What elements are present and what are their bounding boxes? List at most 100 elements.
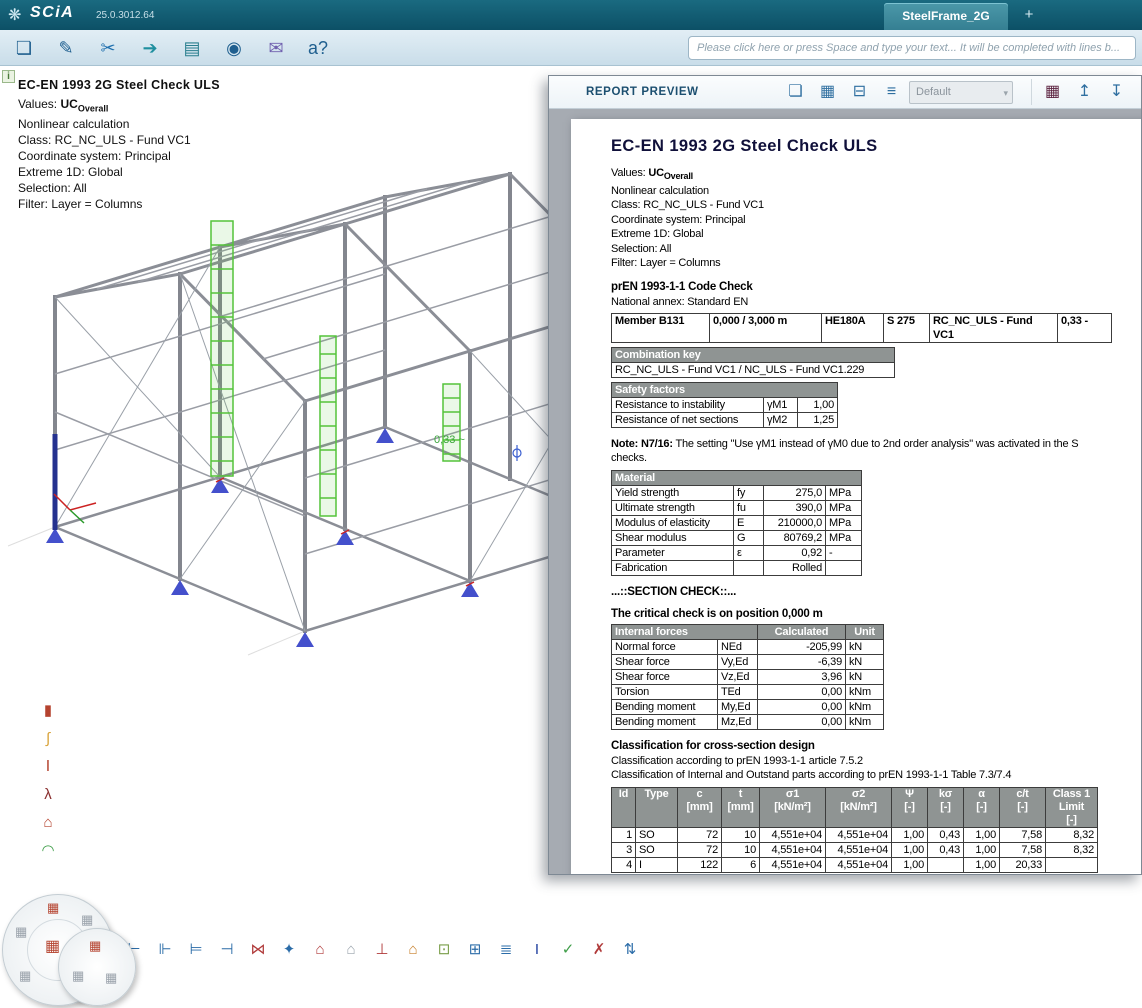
table-row: TorsionTEd0,00kNm	[612, 684, 884, 699]
nav-cube-center-icon[interactable]: ▦	[45, 939, 60, 955]
titlebar: ❋ SCiA 25.0.3012.64 SteelFrame_2G +	[0, 0, 1142, 30]
classification-heading: Classification for cross-section design	[611, 740, 1142, 752]
info-icon[interactable]: i	[2, 70, 15, 83]
nav-cube-red-icon[interactable]: ▦	[89, 939, 101, 952]
section-icon[interactable]: ▮	[36, 700, 60, 721]
support-end-icon[interactable]: ⊣	[215, 938, 239, 962]
internal-forces-table: Internal forces Calculated Unit Normal f…	[611, 624, 884, 730]
nav-cube-icon[interactable]: ▦	[81, 913, 93, 926]
navigation-wheel-secondary[interactable]: ▦ ▦ ▦	[58, 928, 136, 1006]
node-connect-icon[interactable]: ⋈	[246, 938, 270, 962]
main-toolbar: ❏ ✎ ✂ ➔ ▤ ◉ ✉ a?	[0, 30, 1142, 66]
values-main: UC	[60, 97, 77, 111]
language-help-icon[interactable]: a?	[302, 34, 334, 62]
page-layout-icon[interactable]: ▤	[1134, 79, 1142, 105]
table-row: Modulus of elasticityE210000,0MPa	[612, 515, 862, 530]
critical-check-line: The critical check is on position 0,000 …	[611, 608, 1142, 620]
new-project-icon[interactable]: ❏	[8, 34, 40, 62]
text-line: Class: RC_NC_ULS - Fund VC1	[611, 198, 1142, 213]
doc-meta-lines: Nonlinear calculationClass: RC_NC_ULS - …	[611, 184, 1142, 271]
template-select-value: Default	[916, 86, 951, 98]
weld-icon[interactable]: ✦	[277, 938, 301, 962]
note-prefix: Note: N7/16:	[611, 438, 673, 450]
arc-icon[interactable]: ◠	[36, 840, 60, 861]
page-up-icon[interactable]: ↥	[1070, 79, 1099, 105]
view-icon[interactable]: ◉	[218, 34, 250, 62]
send-icon[interactable]: ➔	[134, 34, 166, 62]
profile-icon[interactable]: ∫	[36, 728, 60, 749]
grid-icon[interactable]: ⊞	[463, 938, 487, 962]
report-preview-panel: REPORT PREVIEW ❏▦⊟≡ Default ▾ ▦↥↧▤ EC-EN…	[548, 75, 1142, 875]
beam-icon[interactable]: Ⅰ	[36, 756, 60, 777]
engineering-report-icon[interactable]: ▦	[1038, 79, 1067, 105]
plate-icon[interactable]: ⊡	[432, 938, 456, 962]
command-search-input[interactable]	[688, 36, 1136, 60]
nav-cube-icon[interactable]: ▦	[72, 969, 84, 982]
table-row: Resistance to instabilityγM11,00	[612, 398, 838, 413]
frame-red-icon[interactable]: ⌂	[308, 938, 332, 962]
print-icon[interactable]: ⊟	[845, 79, 874, 105]
frame-gray-icon[interactable]: ⌂	[339, 938, 363, 962]
left-tool-strip: ▮ ∫ Ⅰλ ⌂ ◠	[36, 700, 60, 861]
page-down-icon[interactable]: ↧	[1102, 79, 1131, 105]
delete-icon[interactable]: ✗	[587, 938, 611, 962]
report-preview-title: REPORT PREVIEW	[586, 86, 699, 98]
doc-values-line: Values: UCOverall	[611, 166, 1142, 184]
classification-table: IdTypec [mm]t [mm]σ1 [kN/m²]σ2 [kN/m²]Ψ …	[611, 787, 1098, 873]
book-icon[interactable]: ✉	[260, 34, 292, 62]
table-row: RC_NC_ULS - Fund VC1 / NC_ULS - Fund VC1…	[612, 363, 895, 378]
template-select[interactable]: Default ▾	[909, 81, 1013, 104]
frame-orange-icon[interactable]: ⌂	[401, 938, 425, 962]
new-tab-button[interactable]: +	[1018, 4, 1040, 26]
table-row: Ultimate strengthfu390,0MPa	[612, 500, 862, 515]
table-layout-icon[interactable]: ▦	[813, 79, 842, 105]
nav-cube-icon[interactable]: ▦	[19, 969, 31, 982]
overlay-lines: Nonlinear calculationClass: RC_NC_ULS - …	[18, 116, 220, 212]
stability-lambda-icon[interactable]: λ	[36, 784, 60, 805]
table-row: Normal forceNEd-205,99kN	[612, 639, 884, 654]
classification-sub2: Classification of Internal and Outstand …	[611, 768, 1142, 783]
if-head-calculated: Calculated	[758, 624, 846, 639]
text-line: Filter: Layer = Columns	[611, 256, 1142, 271]
support-mid-icon[interactable]: ⊨	[184, 938, 208, 962]
frame-house-icon[interactable]: ⌂	[36, 812, 60, 833]
nav-cube-icon[interactable]: ▦	[105, 971, 117, 984]
check-icon[interactable]: ✓	[556, 938, 580, 962]
mesh-icon[interactable]: ≣	[494, 938, 518, 962]
edit-icon[interactable]: ✎	[50, 34, 82, 62]
add-item-icon[interactable]: ❏	[781, 79, 810, 105]
values-sub: Overall	[664, 171, 693, 181]
text-line: Nonlinear calculation	[18, 116, 220, 132]
table-row: Parameterε0,92-	[612, 545, 862, 560]
support-both-icon[interactable]: ⊩	[153, 938, 177, 962]
level-icon[interactable]: ⇅	[618, 938, 642, 962]
note-line-2: checks.	[611, 451, 1142, 466]
text-line: Extreme 1D: Global	[18, 164, 220, 180]
bottom-toolbar: ⊢⊩⊨⊣⋈✦⌂⌂⊥⌂⊡⊞≣I✓✗⇅	[122, 938, 642, 962]
member-check-table: Member B1310,000 / 3,000 mHE180AS 275RC_…	[611, 313, 1112, 343]
section-i-icon[interactable]: I	[525, 938, 549, 962]
nav-cube-red-icon[interactable]: ▦	[47, 901, 59, 914]
tab-steelframe[interactable]: SteelFrame_2G	[884, 3, 1008, 30]
combination-key-heading: Combination key	[612, 348, 895, 363]
cut-icon[interactable]: ✂	[92, 34, 124, 62]
section-check-heading: ...::SECTION CHECK::...	[611, 586, 1142, 598]
report-header: REPORT PREVIEW ❏▦⊟≡ Default ▾ ▦↥↧▤	[549, 76, 1141, 109]
table-row: Shear modulusG80769,2MPa	[612, 530, 862, 545]
table-row: 1SO72104,551e+044,551e+041,000,431,007,5…	[612, 827, 1098, 842]
chevron-down-icon: ▾	[1003, 83, 1008, 104]
tab-label: SteelFrame_2G	[902, 9, 989, 23]
column-base-icon[interactable]: ⊥	[370, 938, 394, 962]
annex-line: National annex: Standard EN	[611, 295, 1142, 310]
item-list-icon[interactable]: ≡	[877, 79, 906, 105]
report-body[interactable]: EC-EN 1993 2G Steel Check ULS Values: UC…	[549, 109, 1141, 874]
note-text: The setting "Use γM1 instead of γM0 due …	[673, 438, 1079, 450]
values-prefix: Values:	[18, 97, 60, 111]
table-row: Resistance of net sectionsγM21,25	[612, 413, 838, 428]
nav-cube-icon[interactable]: ▦	[15, 925, 27, 938]
combination-key-table: Combination key RC_NC_ULS - Fund VC1 / N…	[611, 347, 895, 378]
text-line: Extreme 1D: Global	[611, 227, 1142, 242]
report-page: EC-EN 1993 2G Steel Check ULS Values: UC…	[571, 119, 1142, 875]
layers-icon[interactable]: ▤	[176, 34, 208, 62]
values-prefix: Values:	[611, 167, 648, 179]
